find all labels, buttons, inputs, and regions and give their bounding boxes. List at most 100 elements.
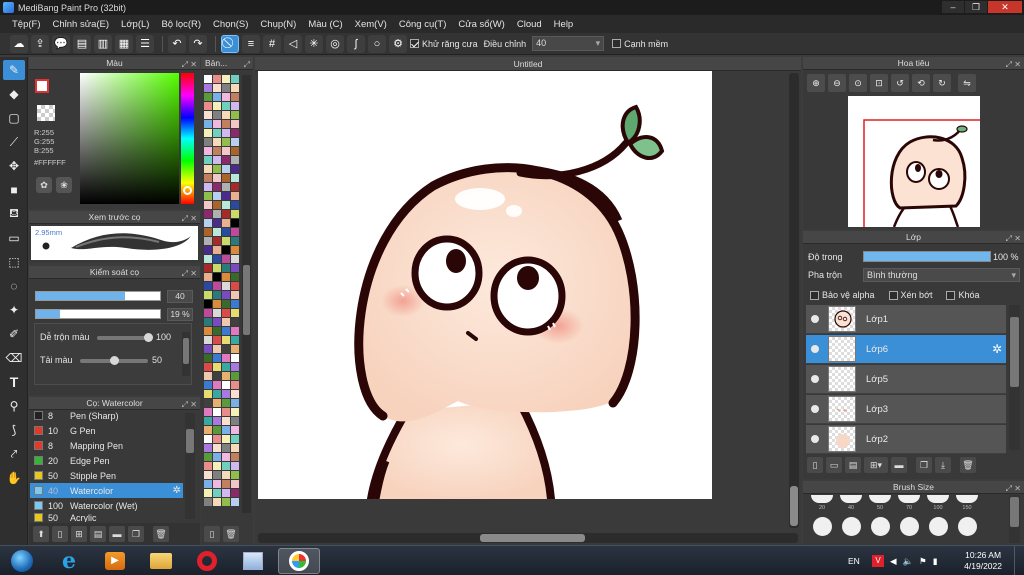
color-swatch[interactable] [204,102,212,110]
color-swatch[interactable] [222,228,230,236]
notification-tray-icon[interactable]: ⚑ [919,556,927,567]
color-swatch[interactable] [231,75,239,83]
color-swatch[interactable] [231,219,239,227]
brush-opacity-bar[interactable] [35,309,161,319]
move-tool-icon[interactable]: ✥ [3,156,25,176]
color-swatch[interactable] [222,93,230,101]
color-swatch[interactable] [204,210,212,218]
taskbar-media-player[interactable]: ▶ [94,548,136,574]
pipette-tool-icon[interactable]: ⤤ [3,444,25,464]
color-swatch[interactable] [231,444,239,452]
hue-slider[interactable] [181,73,194,204]
brush-item[interactable]: 10 G Pen [30,423,183,438]
text-tool-icon[interactable]: T [3,372,25,392]
brush-size-scrollbar[interactable] [1009,495,1020,543]
delete-layer-icon[interactable]: 🗑 [960,457,976,473]
color-swatch[interactable] [213,246,221,254]
gradient-tool-icon[interactable]: ▭ [3,228,25,248]
color-swatch[interactable] [213,453,221,461]
color-swatch[interactable] [222,174,230,182]
menu-tools[interactable]: Công cụ(T) [393,19,453,30]
brush-size-dot[interactable] [958,517,977,536]
color-swatch[interactable] [213,147,221,155]
color-swatch[interactable] [222,435,230,443]
new-halftone-layer-icon[interactable]: ▭ [826,457,842,473]
restore-button[interactable]: ❐ [965,1,987,13]
color-swatch[interactable] [204,282,212,290]
color-swatch[interactable] [222,300,230,308]
select-tool-icon[interactable]: ⬚ [3,252,25,272]
color-swatch[interactable] [231,174,239,182]
color-swatch[interactable] [213,84,221,92]
color-swatch[interactable] [213,111,221,119]
panel-expand-icon[interactable]: ⤢ ✕ [182,398,197,411]
blend-knob[interactable] [144,333,153,342]
color-swatch[interactable] [222,210,230,218]
color-swatch[interactable] [213,282,221,290]
brush-size-dot[interactable] [871,517,890,536]
merge-layer-icon[interactable]: ⤓ [935,457,951,473]
options-scroll-thumb[interactable] [183,338,189,364]
color-swatch[interactable] [231,192,239,200]
network-tray-icon[interactable]: ◀ [890,556,897,567]
layer-visibility-icon[interactable] [811,405,819,413]
show-desktop-button[interactable] [1014,546,1024,575]
color-swatch[interactable] [213,345,221,353]
color-swatch[interactable] [231,318,239,326]
color-swatch[interactable] [204,390,212,398]
saturation-value-picker[interactable] [80,73,179,204]
color-swatch[interactable] [222,390,230,398]
layer-row[interactable]: Lớp5 [806,365,1006,394]
brush-size-dot[interactable] [869,495,891,503]
color-swatch[interactable] [213,174,221,182]
color-swatch[interactable] [213,93,221,101]
panel-divide-tool-icon[interactable]: ⚲ [3,396,25,416]
brush-size-dot[interactable] [927,495,949,503]
color-swatch[interactable] [231,237,239,245]
fill-rect-tool-icon[interactable]: ■ [3,180,25,200]
zoom-in-icon[interactable]: ⊕ [807,74,825,92]
add-brush-icon[interactable]: ⊞ [71,526,87,542]
color-swatch[interactable] [231,426,239,434]
eraser-tool-icon[interactable]: ◆ [3,84,25,104]
color-swatch[interactable] [204,129,212,137]
list-icon[interactable]: ☰ [136,34,154,53]
swatch-scrollbar[interactable] [242,75,251,513]
brush-settings-gear-icon[interactable]: ✲ [173,485,181,496]
taskbar-opera[interactable] [186,548,228,574]
color-wheel-icon[interactable]: ✿ [36,177,52,193]
color-load-knob[interactable] [110,356,119,365]
color-swatch[interactable] [231,480,239,488]
color-swatch[interactable] [204,318,212,326]
layer-row[interactable]: Lớp3 [806,395,1006,424]
hue-knob[interactable] [183,186,192,195]
color-swatch[interactable] [204,183,212,191]
color-swatch[interactable] [222,192,230,200]
duplicate-layer-icon[interactable]: ❐ [916,457,932,473]
menu-snap[interactable]: Chụp(N) [254,19,302,30]
color-swatch[interactable] [231,489,239,497]
color-swatch[interactable] [204,75,212,83]
snap-settings-icon[interactable]: ⚙ [389,34,407,53]
taskbar-paint[interactable] [232,548,274,574]
new-swatch-icon[interactable]: ▯ [204,526,220,542]
color-swatch[interactable] [222,84,230,92]
color-swatch[interactable] [222,273,230,281]
layer-folder-icon[interactable]: ▬ [891,457,907,473]
layer-row-selected[interactable]: Lớp6 ✲ [806,335,1006,364]
color-swatch[interactable] [231,120,239,128]
color-swatch[interactable] [231,165,239,173]
color-swatch[interactable] [213,291,221,299]
color-swatch[interactable] [231,282,239,290]
panel-expand-icon[interactable]: ⤢ ✕ [182,212,197,225]
select-pen-tool-icon[interactable]: ✐ [3,324,25,344]
layer-settings-gear-icon[interactable]: ✲ [992,342,1002,356]
color-swatch[interactable] [204,120,212,128]
color-swatch[interactable] [222,417,230,425]
brush-size-dot[interactable] [811,495,833,503]
brush-item[interactable]: 50 Stipple Pen [30,468,183,483]
color-swatch[interactable] [231,327,239,335]
lock-checkbox[interactable] [946,290,956,300]
color-swatch[interactable] [222,453,230,461]
color-swatch[interactable] [204,156,212,164]
